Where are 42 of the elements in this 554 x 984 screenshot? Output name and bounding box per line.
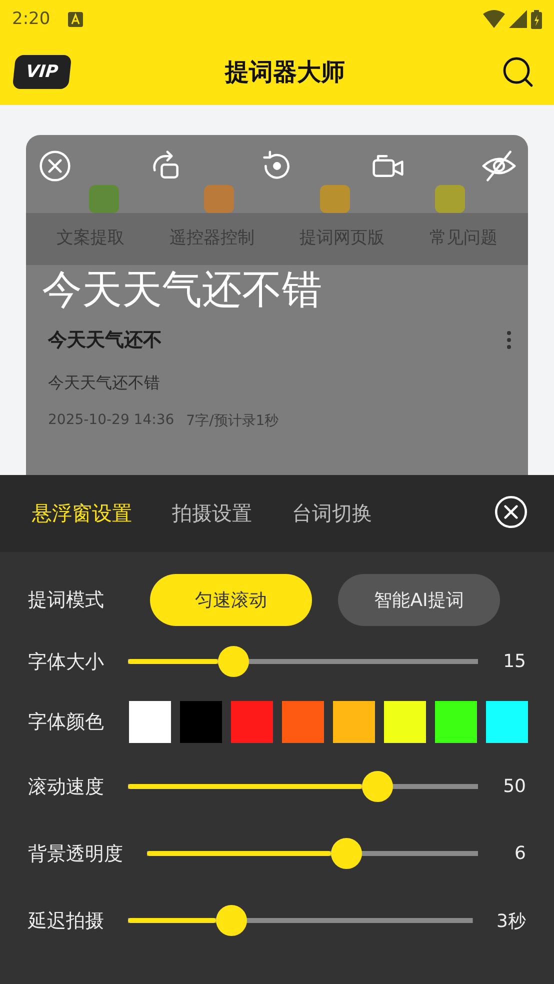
color-swatch[interactable] bbox=[282, 701, 324, 743]
settings-tab[interactable]: 拍摄设置 bbox=[172, 500, 252, 527]
setting-label: 字体大小 bbox=[28, 650, 104, 674]
signal-icon bbox=[509, 10, 527, 28]
close-icon[interactable] bbox=[494, 494, 528, 528]
status-time: 2:20 bbox=[12, 9, 50, 29]
slider-value: 3秒 bbox=[496, 910, 526, 932]
settings-tab[interactable]: 台词切换 bbox=[292, 500, 372, 527]
color-swatch[interactable] bbox=[333, 701, 375, 743]
color-swatch[interactable] bbox=[435, 701, 477, 743]
settings-tab[interactable]: 悬浮窗设置 bbox=[32, 500, 132, 527]
keyboard-icon bbox=[68, 12, 84, 26]
mode-option[interactable]: 智能AI提词 bbox=[338, 574, 500, 626]
slider-thumb[interactable] bbox=[216, 905, 248, 936]
color-swatch[interactable] bbox=[384, 701, 426, 743]
slider-value: 50 bbox=[502, 776, 526, 797]
slider-thumb[interactable] bbox=[362, 771, 392, 802]
color-swatch[interactable] bbox=[231, 701, 273, 743]
prompter-text: 今天天气还不错 bbox=[41, 266, 323, 315]
script-title[interactable]: 今天天气还不 bbox=[48, 327, 506, 353]
more-icon[interactable] bbox=[506, 330, 512, 350]
script-date: 2025-10-29 14:36 bbox=[48, 412, 174, 430]
battery-icon bbox=[531, 10, 542, 28]
color-swatch[interactable] bbox=[486, 701, 528, 743]
slider-thumb[interactable] bbox=[218, 646, 249, 677]
app-title: 提词器大师 bbox=[224, 56, 346, 88]
setting-label: 背景透明度 bbox=[28, 842, 123, 866]
setting-label: 滚动速度 bbox=[28, 774, 104, 800]
slider-value: 15 bbox=[502, 651, 526, 672]
script-stats: 7字/预计录1秒 bbox=[186, 412, 279, 430]
hide-icon[interactable] bbox=[482, 149, 516, 183]
color-swatch[interactable] bbox=[129, 701, 171, 743]
color-swatch[interactable] bbox=[180, 701, 222, 743]
setting-label: 字体颜色 bbox=[28, 710, 104, 735]
mode-option[interactable]: 匀速滚动 bbox=[150, 574, 312, 626]
vip-badge[interactable]: VIP bbox=[12, 54, 72, 88]
setting-label: 提词模式 bbox=[28, 588, 104, 613]
slider-thumb[interactable] bbox=[330, 838, 362, 869]
setting-label: 延迟拍摄 bbox=[28, 908, 104, 934]
slider-value: 6 bbox=[514, 843, 526, 864]
wifi-icon bbox=[483, 10, 505, 28]
script-body: 今天天气还不错 bbox=[47, 372, 161, 394]
